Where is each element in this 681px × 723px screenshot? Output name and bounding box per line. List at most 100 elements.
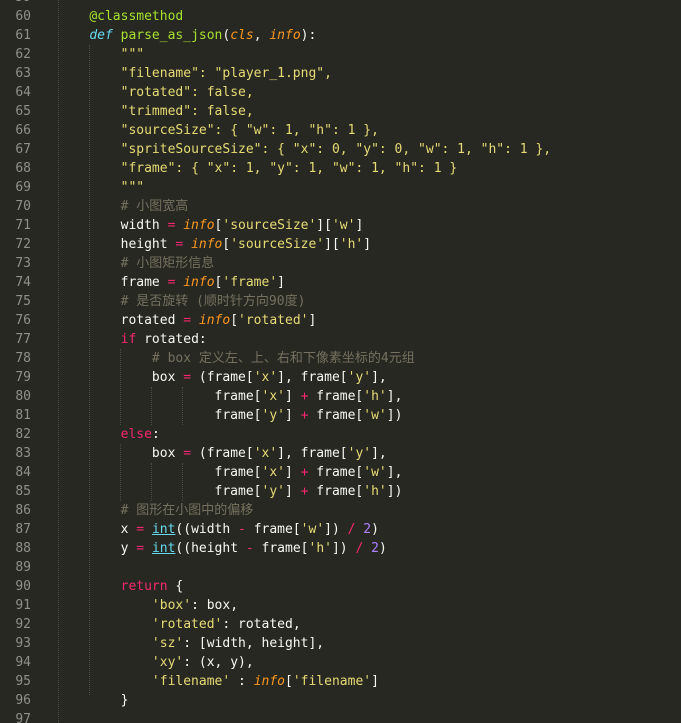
code-line[interactable]: 66 "sourceSize": { "w": 1, "h": 1 },: [0, 121, 681, 140]
code-line[interactable]: 59: [0, 0, 681, 7]
code-line[interactable]: 93 'sz': [width, height],: [0, 634, 681, 653]
code-token: # 图形在小图中的偏移: [120, 503, 254, 518]
code-token: ]: [284, 484, 301, 499]
line-number: 95: [15, 674, 31, 689]
code-token: ): [378, 541, 387, 556]
code-line[interactable]: 92 'rotated': rotated,: [0, 615, 681, 634]
line-number: 82: [15, 427, 31, 442]
code-line[interactable]: 61 def parse_as_json(cls, info):: [0, 26, 681, 45]
line-number: 68: [15, 161, 31, 176]
code-token: ]: [371, 674, 379, 689]
code-token: ]: [277, 275, 285, 290]
code-line[interactable]: 83 box = (frame['x'], frame['y'],: [0, 444, 681, 463]
line-number: 65: [15, 104, 31, 119]
code-line[interactable]: 97: [0, 710, 681, 723]
code-editor[interactable]: 5960 @classmethod61 def parse_as_json(cl…: [0, 0, 681, 723]
code-token: "filename": "player_1.png",: [120, 66, 332, 81]
code-token: "frame": { "x": 1, "y": 1, "w": 1, "h": …: [120, 161, 458, 176]
code-token: # 小图矩形信息: [120, 256, 215, 271]
code-line[interactable]: 88 y = int((height - frame['h']) / 2): [0, 539, 681, 558]
code-text: """: [58, 45, 144, 64]
code-line[interactable]: 75 # 是否旋转 (顺时针方向90度): [0, 292, 681, 311]
code-token: ],: [371, 446, 387, 461]
code-token: 'x': [253, 446, 278, 461]
code-line[interactable]: 77 if rotated:: [0, 330, 681, 349]
code-token: 'x': [253, 370, 278, 385]
code-line[interactable]: 72 height = info['sourceSize']['h']: [0, 235, 681, 254]
code-token: y: [58, 541, 137, 556]
code-line[interactable]: 71 width = info['sourceSize']['w']: [0, 216, 681, 235]
code-line[interactable]: 90 return {: [0, 577, 681, 596]
code-token: info: [183, 275, 215, 290]
code-line[interactable]: 60 @classmethod: [0, 7, 681, 26]
code-line[interactable]: 91 'box': box,: [0, 596, 681, 615]
code-token: ((width: [175, 522, 239, 537]
code-token: 'w': [363, 465, 387, 480]
code-line[interactable]: 94 'xy': (x, y),: [0, 653, 681, 672]
line-number: 75: [15, 294, 31, 309]
code-token: 'rotated': [238, 313, 309, 328]
line-number: 87: [15, 522, 31, 537]
code-token: ], frame[: [277, 446, 348, 461]
code-text: y = int((height - frame['h']) / 2): [58, 539, 387, 558]
line-number: 67: [15, 142, 31, 157]
code-line[interactable]: 64 "rotated": false,: [0, 83, 681, 102]
code-token: ][: [316, 218, 332, 233]
code-token: ):: [300, 28, 317, 43]
code-line[interactable]: 65 "trimmed": false,: [0, 102, 681, 121]
code-line[interactable]: 96 }: [0, 691, 681, 710]
code-line[interactable]: 74 frame = info['frame']: [0, 273, 681, 292]
line-number: 61: [15, 28, 31, 43]
code-line[interactable]: 81 frame['y'] + frame['w']): [0, 406, 681, 425]
code-line[interactable]: 70 # 小图宽高: [0, 197, 681, 216]
code-line[interactable]: 79 box = (frame['x'], frame['y'],: [0, 368, 681, 387]
code-token: 'x': [261, 465, 285, 480]
code-text: frame['x'] + frame['h'],: [58, 387, 403, 406]
code-lines[interactable]: 5960 @classmethod61 def parse_as_json(cl…: [0, 0, 681, 723]
line-number: 70: [15, 199, 31, 214]
code-line[interactable]: 69 """: [0, 178, 681, 197]
code-line[interactable]: 76 rotated = info['rotated']: [0, 311, 681, 330]
code-line[interactable]: 84 frame['x'] + frame['w'],: [0, 463, 681, 482]
code-line[interactable]: 95 'filename' : info['filename']: [0, 672, 681, 691]
code-line[interactable]: 78 # box 定义左、上、右和下像素坐标的4元组: [0, 349, 681, 368]
code-line[interactable]: 89: [0, 558, 681, 577]
code-line[interactable]: 87 x = int((width - frame['w']) / 2): [0, 520, 681, 539]
code-token: :: [151, 427, 160, 442]
code-line[interactable]: 68 "frame": { "x": 1, "y": 1, "w": 1, "h…: [0, 159, 681, 178]
line-number: 73: [15, 256, 31, 271]
code-line[interactable]: 67 "spriteSourceSize": { "x": 0, "y": 0,…: [0, 140, 681, 159]
code-line[interactable]: 82 else:: [0, 425, 681, 444]
code-token: 'sourceSize': [230, 237, 325, 252]
code-token: : rotated,: [222, 617, 301, 632]
code-token: frame[: [58, 408, 262, 423]
line-number: 81: [15, 408, 31, 423]
code-line[interactable]: 80 frame['x'] + frame['h'],: [0, 387, 681, 406]
code-line[interactable]: 85 frame['y'] + frame['h']): [0, 482, 681, 501]
code-text: @classmethod: [58, 7, 183, 26]
code-token: {: [167, 579, 184, 594]
code-text: # 小图矩形信息: [58, 254, 215, 273]
code-text: frame['x'] + frame['w'],: [58, 463, 403, 482]
code-token: ,: [253, 28, 270, 43]
line-number: 85: [15, 484, 31, 499]
code-line[interactable]: 62 """: [0, 45, 681, 64]
line-number: 71: [15, 218, 31, 233]
code-line[interactable]: 63 "filename": "player_1.png",: [0, 64, 681, 83]
code-line[interactable]: 73 # 小图矩形信息: [0, 254, 681, 273]
code-line[interactable]: 86 # 图形在小图中的偏移: [0, 501, 681, 520]
